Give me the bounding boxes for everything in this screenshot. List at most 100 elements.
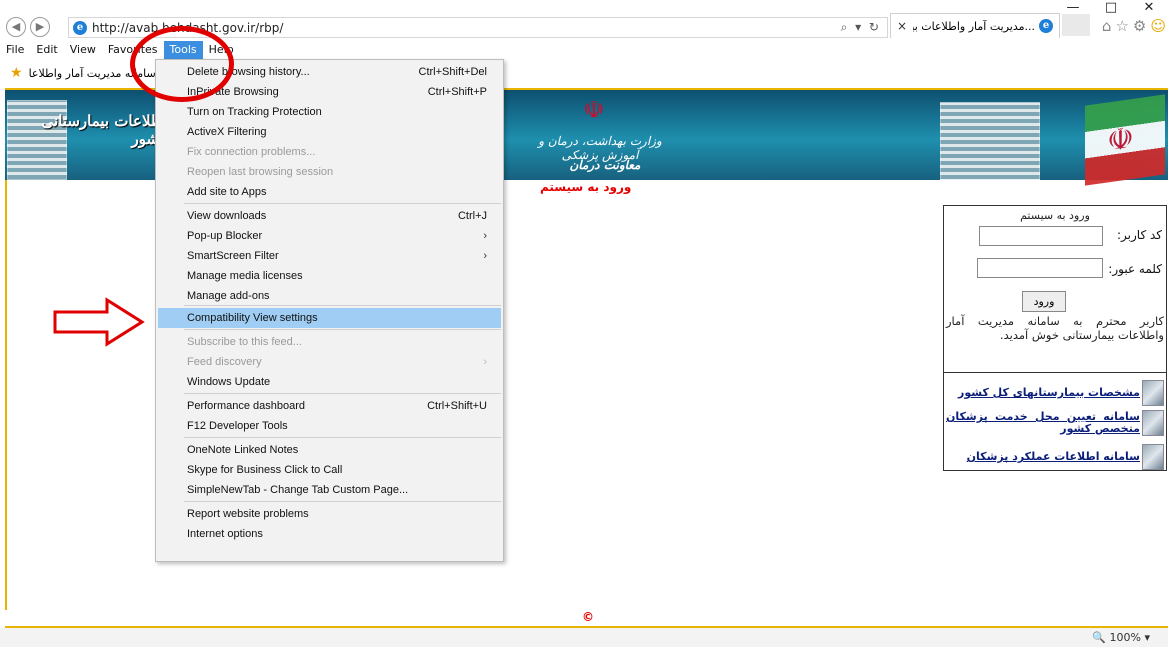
menu-item-label: Reopen last browsing session [187,166,334,178]
tools-menu-item-turn-on-tracking-protection[interactable]: Turn on Tracking Protection [158,102,501,122]
menu-item-label: Internet options [187,528,263,540]
service-link-label[interactable]: سامانه تعیین محل خدمت پزشکان متخصص کشور [946,411,1140,435]
service-link-performance[interactable]: سامانه اطلاعات عملکرد پزشکان [946,444,1164,470]
banner-left-title: اطلاعات بیمارستانی کشور [41,112,167,148]
back-arrow-icon: ◀ [11,20,21,33]
menu-item-label: Turn on Tracking Protection [187,106,322,118]
hospital-building-icon [1142,380,1164,406]
tools-dropdown-menu: Delete browsing history... Ctrl+Shift+Del… [155,59,504,562]
menu-separator [184,203,501,204]
submenu-arrow-icon: › [483,230,487,242]
tools-menu-item-activex-filtering[interactable]: ActiveX Filtering [158,122,501,142]
login-link[interactable]: ورود به سیستم [540,180,631,194]
service-link-hospitals[interactable]: مشخصات بیمارستانهای کل کشور [946,380,1164,406]
menu-item-label: Report website problems [187,508,309,520]
forward-button[interactable]: ▶ [30,17,50,37]
submenu-arrow-icon: › [483,250,487,262]
tools-menu-item-report-website-problems[interactable]: Report website problems [158,504,501,524]
iran-emblem-icon: ☫ [583,96,605,124]
flag-emblem-icon: ☫ [1107,120,1134,160]
tools-menu-item-f12-developer-tools[interactable]: F12 Developer Tools [158,416,501,436]
menu-item-label: Skype for Business Click to Call [187,464,343,476]
close-window-button[interactable]: ✕ [1130,0,1168,18]
login-header: ورود به سیستم [1020,209,1090,222]
tools-menu-item-subscribe-to-this-feed: Subscribe to this feed... [158,332,501,352]
menu-item-label: SmartScreen Filter [187,250,279,262]
menu-item-shortcut: Ctrl+J [457,210,487,222]
tools-menu-item-performance-dashboard[interactable]: Performance dashboard Ctrl+Shift+U [158,396,501,416]
tools-menu-item-fix-connection-problems: Fix connection problems... [158,142,501,162]
welcome-message: کاربر محترم به سامانه مدیریت آمار واطلاع… [946,314,1164,342]
login-panel: ورود به سیستم کد کاربر: کلمه عبور: ورود … [943,205,1167,471]
menu-separator [184,329,501,330]
service-link-label[interactable]: مشخصات بیمارستانهای کل کشور [958,387,1140,399]
menu-separator [184,501,501,502]
left-border [5,180,7,610]
tools-menu-item-manage-media-licenses[interactable]: Manage media licenses [158,266,501,286]
toolbar-icons: ⌂ ☆ ⚙ ☺ [1102,17,1166,35]
tools-menu-item-simplenewtab-change-tab-custom-page[interactable]: SimpleNewTab - Change Tab Custom Page... [158,480,501,500]
tab-title: ...مدیریت آمار واطلاعات بیمار [913,19,1035,33]
menu-item-label: Feed discovery [187,356,262,368]
service-link-specialists[interactable]: سامانه تعیین محل خدمت پزشکان متخصص کشور [946,410,1164,436]
zoom-level[interactable]: 🔍 100% ▾ [1092,631,1150,644]
doctor-icon [1142,410,1164,436]
tools-menu-item-smartscreen-filter[interactable]: SmartScreen Filter › [158,246,501,266]
feedback-smiley-icon[interactable]: ☺ [1150,17,1166,35]
settings-gear-icon[interactable]: ⚙ [1133,17,1146,35]
username-input[interactable] [979,226,1103,246]
submenu-arrow-icon: › [483,356,487,368]
forward-arrow-icon: ▶ [35,20,45,33]
tab-close-icon[interactable]: × [897,19,907,33]
tab-ie-icon: e [1039,19,1053,33]
iran-flag-image: ☫ [1085,94,1165,186]
tools-menu-item-windows-update[interactable]: Windows Update [158,372,501,392]
tools-menu-item-internet-options[interactable]: Internet options [158,524,501,544]
deputy-title: معاونت درمان [569,158,641,172]
ie-page-icon: e [73,20,87,35]
tools-menu-item-pop-up-blocker[interactable]: Pop-up Blocker › [158,226,501,246]
menu-item-label: Pop-up Blocker [187,230,263,242]
menu-item-label: SimpleNewTab - Change Tab Custom Page... [187,484,409,496]
menu-item-shortcut: Ctrl+Shift+P [427,86,487,98]
doctor-icon [1142,444,1164,470]
menu-item-label: Performance dashboard [187,400,306,412]
menu-item-shortcut: Ctrl+Shift+Del [418,66,487,78]
home-icon[interactable]: ⌂ [1102,17,1112,35]
menu-item-label: ActiveX Filtering [187,126,267,138]
tools-menu-item-reopen-last-browsing-session: Reopen last browsing session [158,162,501,182]
tools-menu-item-manage-add-ons[interactable]: Manage add-ons [158,286,501,306]
menu-item-label: Manage media licenses [187,270,303,282]
menu-item-label: Add site to Apps [187,186,267,198]
maximize-button[interactable]: □ [1092,0,1130,18]
address-bar-tools[interactable]: ⌕ ▾ ↻ [841,20,881,35]
browser-tab[interactable]: × ...مدیریت آمار واطلاعات بیمار e [890,13,1060,38]
favorites-star-icon[interactable]: ☆ [1115,17,1128,35]
red-arrow-annotation [53,297,145,347]
service-link-label[interactable]: سامانه اطلاعات عملکرد پزشکان [967,451,1140,463]
menu-item-label: Windows Update [187,376,271,388]
menu-edit[interactable]: Edit [30,41,63,59]
password-label: کلمه عبور: [1108,262,1162,276]
tools-menu-item-add-site-to-apps[interactable]: Add site to Apps [158,182,501,202]
menu-item-label: View downloads [187,210,267,222]
red-circle-annotation [130,26,234,102]
tools-menu-item-view-downloads[interactable]: View downloads Ctrl+J [158,206,501,226]
menu-item-label: OneNote Linked Notes [187,444,299,456]
menu-item-label: Fix connection problems... [187,146,316,158]
menu-item-label: F12 Developer Tools [187,420,288,432]
menu-file[interactable]: File [0,41,30,59]
menu-view[interactable]: View [64,41,102,59]
password-input[interactable] [977,258,1103,278]
menu-item-shortcut: Ctrl+Shift+U [427,400,487,412]
tools-menu-item-onenote-linked-notes[interactable]: OneNote Linked Notes [158,440,501,460]
add-favorite-star-icon[interactable]: ★ [10,65,23,81]
copyright-mark: © [582,610,594,624]
login-button[interactable]: ورود [1022,291,1066,312]
tools-menu-item-compatibility-view-settings[interactable]: Compatibility View settings [158,308,501,328]
back-button[interactable]: ◀ [6,17,26,37]
menu-item-label: Compatibility View settings [187,312,318,324]
tools-menu-item-skype-for-business-click-to-call[interactable]: Skype for Business Click to Call [158,460,501,480]
login-separator [944,372,1166,373]
new-tab-button[interactable] [1062,14,1090,36]
